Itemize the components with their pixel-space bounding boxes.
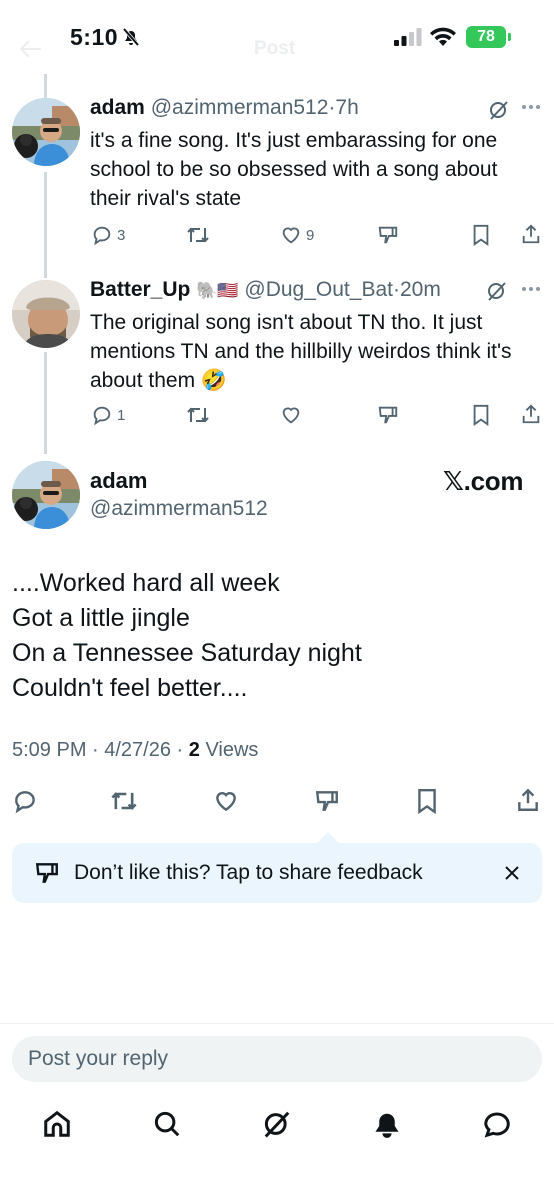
dislike-icon [378,226,398,244]
wifi-icon [429,26,457,47]
bookmark-icon [473,224,489,246]
post-line: On a Tennessee Saturday night [12,639,362,667]
bookmark-icon [418,788,436,814]
share-icon [522,404,540,424]
reply-button[interactable]: 3 [91,224,125,246]
dislike-button[interactable] [376,404,400,426]
reply-actions: 3 9 [0,222,554,250]
share-button[interactable] [515,787,541,813]
like-button[interactable] [213,788,239,814]
post-meta: 5:09 PM · 4/27/26 · 2 Views [12,739,258,762]
avatar[interactable] [12,461,80,529]
post-text: ....Worked hard all week Got a little ji… [12,566,362,706]
like-count: 9 [306,226,315,244]
repost-button[interactable] [110,788,138,814]
reply-icon [93,406,111,426]
xcom-watermark: 𝕏.com [443,466,524,496]
reply-placeholder: Post your reply [28,1047,169,1070]
reply-text: it's a fine song. It's just embarassing … [90,129,498,210]
like-button[interactable]: 9 [280,224,314,246]
feedback-text: Don’t like this? Tap to share feedback [74,861,423,884]
bookmark-button[interactable] [471,224,491,246]
reply-button[interactable] [12,788,38,814]
search-icon[interactable] [152,1109,182,1139]
author-name[interactable]: adam [90,96,145,119]
author-name[interactable]: adam [90,468,147,494]
page-title: Post [254,38,296,59]
like-icon [282,227,300,244]
author-handle[interactable]: @Dug_Out_Bat [244,278,393,301]
share-button[interactable] [520,403,542,425]
reply-header: adam @azimmerman512·7h [90,95,359,121]
repost-icon [187,227,209,243]
feedback-banner[interactable]: Don’t like this? Tap to share feedback [12,843,542,903]
reply-icon [15,791,35,814]
bookmark-button[interactable] [416,788,438,814]
reply-text: The original song isn't about TN tho. It… [90,311,512,392]
post-time: ·20m [392,278,441,301]
bookmark-button[interactable] [471,404,491,426]
grok-icon[interactable] [486,280,508,302]
status-time: 5:10 [70,24,119,50]
dislike-icon [378,406,398,424]
like-icon [282,407,300,424]
views-count: 2 [188,739,200,761]
divider [0,1023,554,1024]
reply-count: 1 [117,406,126,424]
post-line: Couldn't feel better.... [12,674,248,702]
reply-icon [93,226,111,246]
avatar[interactable] [12,98,80,166]
share-button[interactable] [520,223,542,245]
views-label[interactable]: Views [200,739,258,761]
reply-button[interactable]: 1 [91,404,125,426]
reply-input[interactable]: Post your reply [12,1036,542,1082]
avatar[interactable] [12,280,80,348]
battery-tip [508,33,511,41]
author-name[interactable]: Batter_Up [90,278,190,301]
like-icon [216,792,236,812]
more-icon[interactable] [521,104,541,110]
post-time: ·7h [328,96,359,119]
post-line: Got a little jingle [12,604,190,632]
post-line: ....Worked hard all week [12,569,280,597]
bell-slash-icon [121,27,141,47]
bottom-tab-bar [0,1105,554,1145]
grok-icon[interactable] [262,1109,292,1139]
repost-icon [187,407,209,423]
signal-icon [394,28,422,46]
battery-icon: 78 [466,26,506,48]
dislike-icon [315,791,338,811]
home-icon[interactable] [42,1109,72,1139]
author-handle[interactable]: @azimmerman512 [151,96,329,119]
repost-button[interactable] [186,404,210,426]
repost-icon [111,792,137,810]
share-icon [518,788,538,811]
reply-actions: 1 [0,402,554,430]
author-emoji-badges: 🐘🇺🇸 [196,281,239,300]
close-icon[interactable] [504,865,520,881]
grok-icon[interactable] [488,99,510,121]
messages-icon[interactable] [482,1109,512,1139]
notifications-icon[interactable] [372,1109,402,1139]
share-icon [522,224,540,244]
more-icon[interactable] [521,286,541,292]
repost-button[interactable] [186,224,210,246]
bookmark-icon [473,404,489,426]
dislike-button[interactable] [376,224,400,246]
back-button[interactable] [20,40,42,58]
thread-line [44,74,47,98]
post-timestamp[interactable]: 5:09 PM · 4/27/26 · [12,739,189,761]
dislike-button[interactable] [313,788,341,814]
dislike-icon [34,860,60,886]
like-button[interactable] [280,404,306,426]
battery-level: 78 [477,28,495,45]
author-handle[interactable]: @azimmerman512 [90,497,268,521]
post-actions [0,786,554,816]
reply-header: Batter_Up 🐘🇺🇸 @Dug_Out_Bat·20m [90,277,441,304]
reply-count: 3 [117,226,126,244]
